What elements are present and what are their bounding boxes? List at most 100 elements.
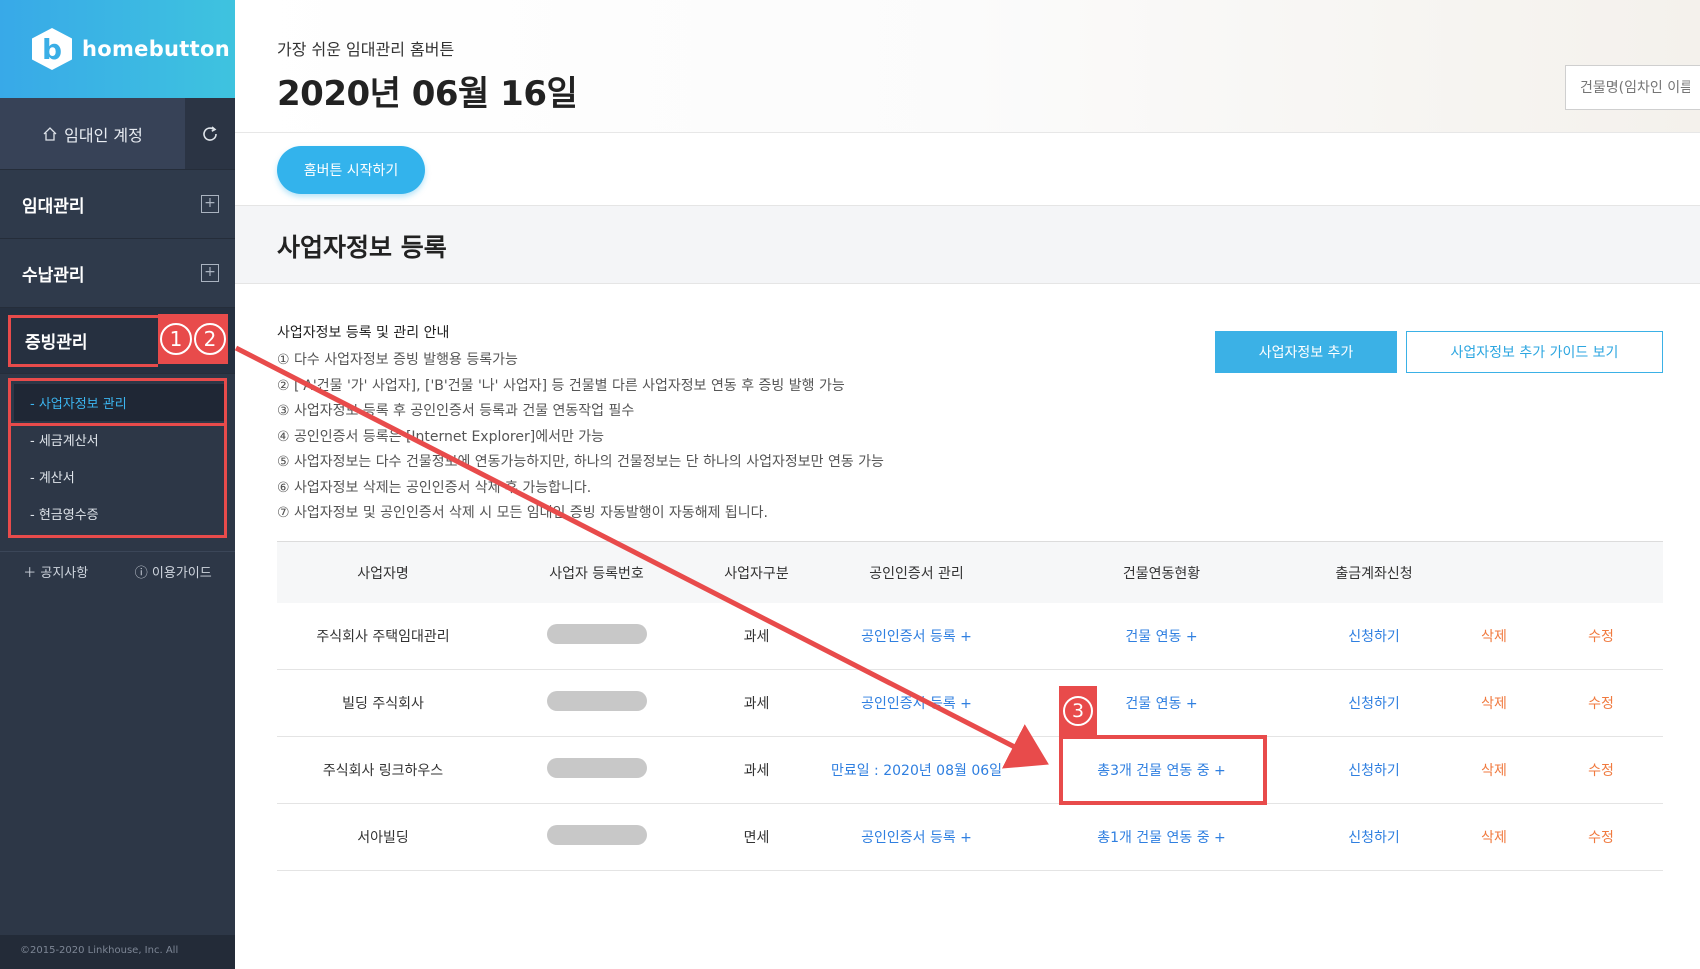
cert-expiry-link[interactable]: 만료일 : 2020년 08월 06일 <box>809 760 1024 780</box>
guide-line: ③ 사업자정보 등록 후 공인인증서 등록과 건물 연동작업 필수 <box>277 403 635 419</box>
delete-link[interactable]: 삭제 <box>1449 827 1539 847</box>
registration-guide: 사업자정보 등록 및 관리 안내 ① 다수 사업자정보 증빙 발행용 등록가능 … <box>277 322 977 527</box>
brand-name: homebutton <box>82 37 230 61</box>
header-cell: 사업자명 <box>357 565 409 582</box>
cert-register-link[interactable]: 공인인증서 등록 + <box>809 827 1024 847</box>
current-date: 2020년 06월 16일 <box>277 74 578 114</box>
delete-link[interactable]: 삭제 <box>1449 693 1539 713</box>
table-row: 서아빌딩 면세 공인인증서 등록 + 총1개 건물 연동 중 + 신청하기 삭제… <box>277 804 1663 871</box>
header-cell: 사업자구분 <box>724 565 789 582</box>
business-type: 과세 <box>743 763 770 779</box>
table-header: 사업자명 사업자 등록번호 사업자구분 공인인증서 관리 건물연동현황 출금계좌… <box>277 542 1663 603</box>
annotation-number: 3 <box>1063 696 1093 726</box>
cert-register-link[interactable]: 공인인증서 등록 + <box>809 693 1024 713</box>
redacted-blur <box>546 624 647 644</box>
menu-payment-management[interactable]: 수납관리 + <box>0 239 235 308</box>
guide-line: ⑥ 사업자정보 삭제는 공인인증서 삭제 후 가능합니다. <box>277 479 592 496</box>
guide-line: ⑦ 사업자정보 및 공인인증서 삭제 시 모든 임대인 증빙 자동발행이 자동해… <box>277 505 768 521</box>
edit-link[interactable]: 수정 <box>1539 827 1663 847</box>
cert-register-link[interactable]: 공인인증서 등록 + <box>809 626 1024 646</box>
tagline: 가장 쉬운 임대관리 홈버튼 <box>277 40 455 59</box>
registration-number-redacted <box>489 691 704 715</box>
annotation-badge-1-2: 12 <box>158 314 228 364</box>
start-homebutton-button[interactable]: 홈버튼 시작하기 <box>277 146 425 194</box>
account-apply-link[interactable]: 신청하기 <box>1299 827 1449 847</box>
header-cell: 건물연동현황 <box>1122 565 1201 582</box>
annotation-number: 1 <box>160 323 192 355</box>
building-search-input[interactable] <box>1565 65 1700 110</box>
home-icon <box>43 126 57 141</box>
submenu-cash-receipt[interactable]: - 현금영수증 <box>14 495 224 532</box>
sidebar-footer-links: ＋ 공지사항 ⓘ 이용가이드 <box>0 551 235 591</box>
registration-number-redacted <box>489 825 704 849</box>
page-title: 사업자정보 등록 <box>277 233 447 262</box>
menu-label: 증빙관리 <box>25 333 88 353</box>
annotation-number: 2 <box>194 323 226 355</box>
add-business-info-button[interactable]: 사업자정보 추가 <box>1215 331 1397 373</box>
add-guide-button[interactable]: 사업자정보 추가 가이드 보기 <box>1406 331 1663 373</box>
title-bar: 사업자정보 등록 <box>235 206 1700 284</box>
menu-label: 임대관리 <box>22 196 85 217</box>
table-row: 주식회사 주택임대관리 과세 공인인증서 등록 + 건물 연동 + 신청하기 삭… <box>277 603 1663 670</box>
redacted-blur <box>546 691 647 711</box>
notice-link[interactable]: ＋ 공지사항 <box>23 562 88 581</box>
header-cell: 공인인증서 관리 <box>869 565 964 582</box>
account-apply-link[interactable]: 신청하기 <box>1299 626 1449 646</box>
header: 가장 쉬운 임대관리 홈버튼 2020년 06월 16일 <box>235 0 1700 133</box>
table-row: 주식회사 링크하우스 과세 만료일 : 2020년 08월 06일 총3개 건물… <box>277 737 1663 804</box>
submenu-tax-invoice[interactable]: - 세금계산서 <box>14 421 224 458</box>
refresh-icon <box>203 125 217 141</box>
business-type: 면세 <box>743 830 770 846</box>
menu-rental-management[interactable]: 임대관리 + <box>0 170 235 239</box>
expand-plus-icon[interactable]: + <box>201 195 219 213</box>
guide-line: ① 다수 사업자정보 증빙 발행용 등록가능 <box>277 352 518 368</box>
guide-link[interactable]: ⓘ 이용가이드 <box>135 562 212 581</box>
delete-link[interactable]: 삭제 <box>1449 626 1539 646</box>
business-type: 과세 <box>743 696 770 712</box>
annotation-badge-3: 3 <box>1059 686 1097 736</box>
business-name: 빌딩 주식회사 <box>342 696 424 712</box>
edit-link[interactable]: 수정 <box>1539 760 1663 780</box>
header-cell: 사업자 등록번호 <box>549 565 644 582</box>
guide-line: ④ 공인인증서 등록은 [Internet Explorer]에서만 가능 <box>277 428 605 445</box>
submenu-invoice[interactable]: - 계산서 <box>14 458 224 495</box>
business-name: 서아빌딩 <box>357 830 409 846</box>
submenu: - 사업자정보 관리 - 세금계산서 - 계산서 - 현금영수증 <box>14 384 224 532</box>
refresh-button[interactable] <box>185 98 235 169</box>
business-type: 과세 <box>743 629 770 645</box>
delete-link[interactable]: 삭제 <box>1449 760 1539 780</box>
expand-plus-icon[interactable]: + <box>201 264 219 282</box>
start-bar: 홈버튼 시작하기 <box>235 134 1700 206</box>
homebutton-logo-icon: b <box>32 28 72 70</box>
menu-highlight-box: 증빙관리 <box>8 314 158 367</box>
copyright: ©2015-2020 Linkhouse, Inc. All <box>0 935 235 969</box>
business-table: 사업자명 사업자 등록번호 사업자구분 공인인증서 관리 건물연동현황 출금계좌… <box>277 541 1663 871</box>
building-link[interactable]: 건물 연동 + <box>1024 626 1299 646</box>
guide-label: 이용가이드 <box>151 566 212 581</box>
account-apply-link[interactable]: 신청하기 <box>1299 693 1449 713</box>
edit-link[interactable]: 수정 <box>1539 693 1663 713</box>
account-row: 임대인 계정 <box>0 98 235 170</box>
menu-label: 수납관리 <box>22 265 85 286</box>
table-row: 빌딩 주식회사 과세 공인인증서 등록 + 건물 연동 + 신청하기 삭제 수정 <box>277 670 1663 737</box>
building-link[interactable]: 총1개 건물 연동 중 + <box>1024 827 1299 847</box>
info-icon: ⓘ <box>134 566 148 581</box>
guide-line: ② ['A'건물 '가' 사업자], ['B'건물 '나' 사업자] 등 건물별… <box>277 377 845 394</box>
annotation-highlight-box <box>1059 735 1267 805</box>
notice-label: 공지사항 <box>40 566 89 581</box>
redacted-blur <box>546 758 647 778</box>
redacted-blur <box>546 825 647 845</box>
guide-title: 사업자정보 등록 및 관리 안내 <box>277 325 450 341</box>
brand-logo[interactable]: b homebutton <box>0 0 235 98</box>
account-label: 임대인 계정 <box>64 125 143 145</box>
header-cell: 출금계좌신청 <box>1335 565 1413 582</box>
account-apply-link[interactable]: 신청하기 <box>1299 760 1449 780</box>
business-name: 주식회사 링크하우스 <box>322 763 444 779</box>
registration-number-redacted <box>489 758 704 782</box>
guide-line: ⑤ 사업자정보는 다수 건물정보에 연동가능하지만, 하나의 건물정보는 단 하… <box>277 454 884 470</box>
account-button[interactable]: 임대인 계정 <box>0 98 185 169</box>
edit-link[interactable]: 수정 <box>1539 626 1663 646</box>
registration-number-redacted <box>489 624 704 648</box>
submenu-business-info[interactable]: - 사업자정보 관리 <box>14 384 224 421</box>
business-name: 주식회사 주택임대관리 <box>316 629 450 645</box>
